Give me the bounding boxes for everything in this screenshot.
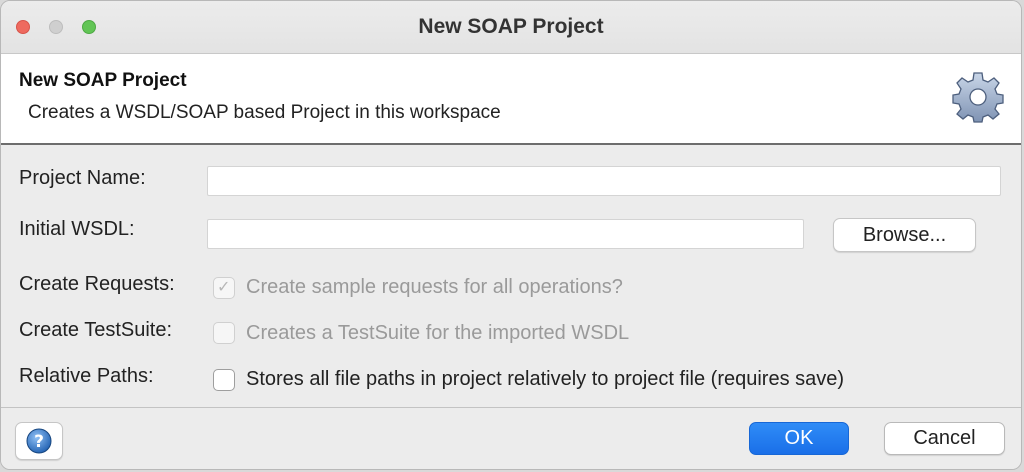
relative-paths-option-text[interactable]: Stores all file paths in project relativ… (246, 368, 844, 391)
create-testsuite-option-text: Creates a TestSuite for the imported WSD… (246, 322, 630, 344)
cancel-button[interactable]: Cancel (884, 422, 1005, 455)
create-testsuite-checkbox[interactable] (213, 322, 235, 344)
checkmark-icon: ✓ (217, 279, 231, 296)
initial-wsdl-label: Initial WSDL: (19, 218, 135, 240)
dialog-header: New SOAP Project Creates a WSDL/SOAP bas… (1, 54, 1021, 145)
create-testsuite-label: Create TestSuite: (19, 319, 173, 341)
project-form: Project Name: Initial WSDL: Browse... Cr… (1, 145, 1021, 407)
gear-icon (952, 72, 1004, 123)
help-icon: ? (26, 428, 52, 454)
project-name-label: Project Name: (19, 167, 146, 189)
window-title: New SOAP Project (418, 15, 604, 38)
browse-button[interactable]: Browse... (833, 218, 976, 252)
help-button[interactable]: ? (15, 422, 63, 460)
create-requests-label: Create Requests: (19, 273, 175, 295)
header-title: New SOAP Project (19, 70, 187, 91)
new-soap-project-dialog: New SOAP Project New SOAP Project Create… (0, 0, 1022, 470)
initial-wsdl-input[interactable] (207, 219, 804, 249)
relative-paths-checkbox[interactable] (213, 369, 235, 391)
title-bar[interactable]: New SOAP Project (1, 1, 1021, 54)
ok-button[interactable]: OK (749, 422, 849, 455)
svg-text:?: ? (34, 432, 44, 452)
relative-paths-label: Relative Paths: (19, 365, 154, 387)
dialog-footer: ? OK Cancel (1, 407, 1021, 469)
project-name-input[interactable] (207, 166, 1001, 196)
create-requests-checkbox[interactable]: ✓ (213, 277, 235, 299)
create-requests-option-text: Create sample requests for all operation… (246, 276, 623, 298)
header-description: Creates a WSDL/SOAP based Project in thi… (28, 102, 501, 123)
